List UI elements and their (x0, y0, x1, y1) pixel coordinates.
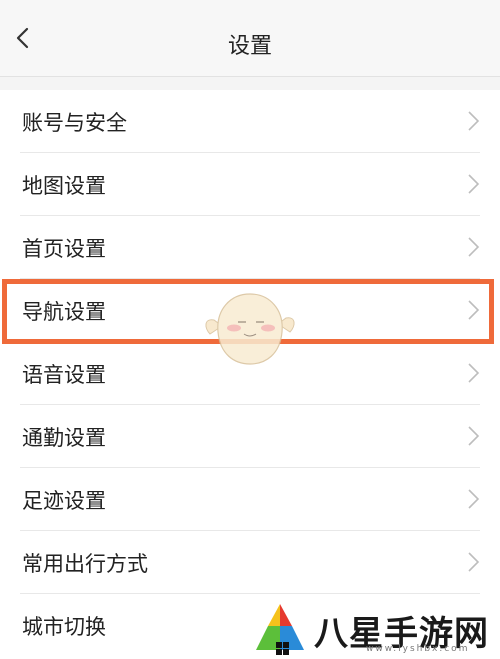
settings-item-label: 城市切换 (22, 615, 106, 639)
chevron-right-icon (468, 300, 480, 320)
chevron-right-icon (468, 174, 480, 194)
settings-item-label: 地图设置 (22, 174, 106, 198)
settings-item-label: 足迹设置 (22, 489, 106, 513)
settings-item-commute[interactable]: 通勤设置 (0, 405, 500, 468)
watermark-logo: 八星手游网 www.lyshbx.com (248, 598, 500, 659)
chevron-right-icon (468, 489, 480, 509)
settings-item-label: 常用出行方式 (22, 552, 148, 576)
settings-item-travel-mode[interactable]: 常用出行方式 (0, 531, 500, 594)
settings-item-footprint[interactable]: 足迹设置 (0, 468, 500, 531)
settings-item-label: 通勤设置 (22, 426, 106, 450)
logo-icon (256, 604, 304, 655)
settings-item-map[interactable]: 地图设置 (0, 153, 500, 216)
settings-item-home[interactable]: 首页设置 (0, 216, 500, 279)
mascot-icon (205, 293, 295, 365)
chevron-right-icon (468, 237, 480, 257)
settings-list: 账号与安全 地图设置 首页设置 导航设置 语音设置 通勤设置 足迹设置 常用出行… (0, 90, 500, 659)
settings-item-label: 首页设置 (22, 237, 106, 261)
page-title: 设置 (227, 34, 272, 59)
chevron-right-icon (468, 363, 480, 383)
chevron-right-icon (468, 552, 480, 572)
chevron-right-icon (468, 426, 480, 446)
settings-item-label: 语音设置 (22, 363, 106, 387)
settings-item-label: 账号与安全 (22, 111, 127, 135)
logo-url: www.lyshbx.com (366, 644, 470, 654)
settings-item-account-security[interactable]: 账号与安全 (0, 90, 500, 153)
chevron-right-icon (468, 111, 480, 131)
app-header: 设置 (0, 0, 500, 77)
settings-item-label: 导航设置 (22, 300, 106, 324)
